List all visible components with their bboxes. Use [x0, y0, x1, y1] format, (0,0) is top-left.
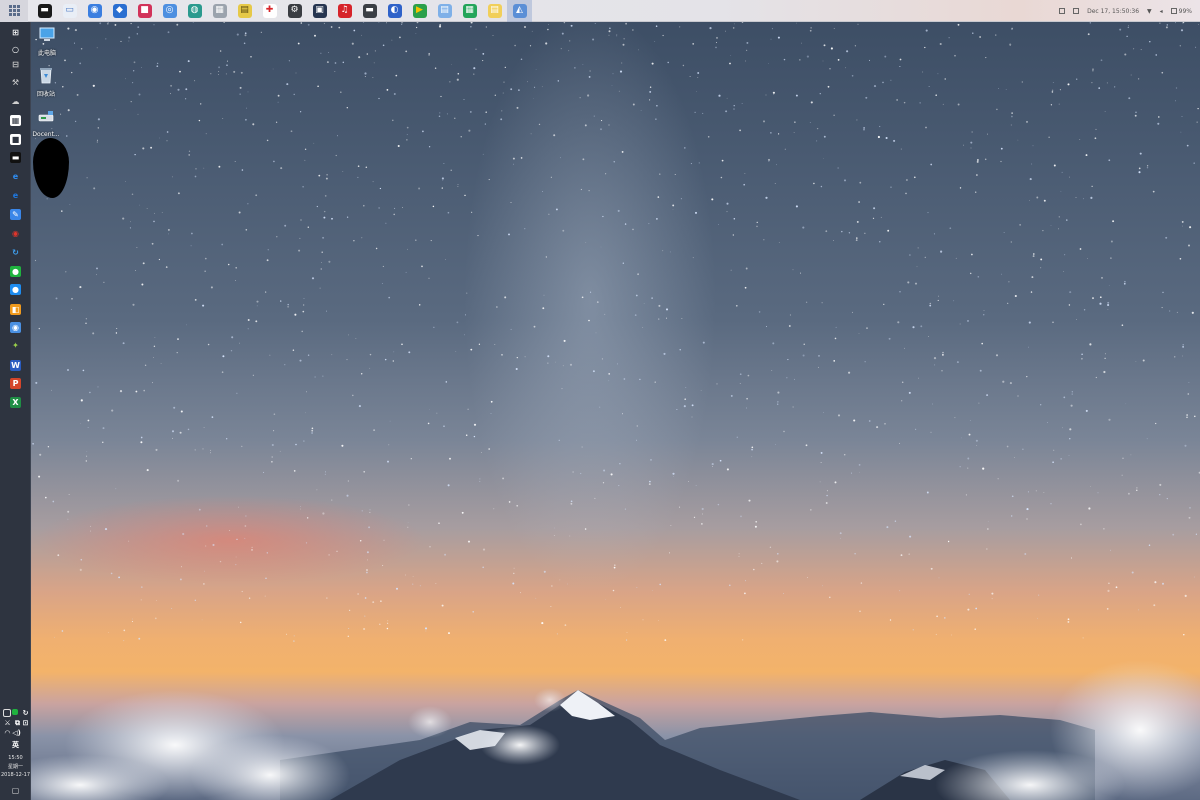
taskbar-terminal-app[interactable]: ▬ — [32, 0, 57, 22]
cloud-icon[interactable]: ☁ — [10, 96, 21, 107]
tray-volume-icon[interactable]: ◂ — [1160, 8, 1163, 15]
dock-clock-date[interactable]: 2018-12-17 — [0, 773, 31, 778]
store-icon[interactable]: ■ — [10, 134, 21, 145]
desktop-icon-label: Docent... — [32, 131, 60, 138]
desktop-icon-label: 回收站 — [36, 91, 55, 98]
search-circle-icon[interactable]: ○ — [10, 44, 21, 55]
calculator-icon[interactable]: ▦ — [10, 115, 21, 126]
taskbar-red-app[interactable]: ■ — [132, 0, 157, 22]
play-store-app-icon: ▶ — [412, 3, 427, 18]
taskbar-system-monitor-app[interactable]: ▦ — [207, 0, 232, 22]
desktop-wallpaper — [0, 0, 1200, 800]
pen-icon[interactable]: ✎ — [10, 209, 21, 220]
desktop-icon-label: 此电脑 — [37, 50, 56, 57]
tray-wifi-icon[interactable]: ▼ — [1147, 8, 1152, 15]
windows-start-icon[interactable]: ⊞ — [10, 27, 21, 38]
taskbar-music-app[interactable]: ♫ — [332, 0, 357, 22]
taskbar-web-app[interactable]: ◎ — [157, 0, 182, 22]
taskbar-teal-app[interactable]: ◍ — [182, 0, 207, 22]
camera-icon[interactable]: ◉ — [10, 322, 21, 333]
tray-datetime[interactable]: Dec 17, 15:50:36 — [1087, 8, 1139, 15]
taskbar-notes-app[interactable]: ▤ — [232, 0, 257, 22]
desktop-icon-recycle-bin[interactable]: 回收站 — [31, 66, 61, 98]
tray-volume-icon[interactable]: ◁) — [11, 728, 22, 739]
taskbar-spreadsheet-app[interactable]: ▦ — [457, 0, 482, 22]
excel-icon[interactable]: X — [10, 397, 21, 408]
settings-app-icon: ⚙ — [287, 3, 302, 18]
browser-app-icon: ◉ — [87, 3, 102, 18]
screen-app-icon: ▬ — [362, 3, 377, 18]
code-editor-app-icon: ◆ — [112, 3, 127, 18]
taskbar-document-app[interactable]: ▤ — [432, 0, 457, 22]
wechat-icon[interactable]: ● — [10, 266, 21, 277]
taskbar-code-editor-app[interactable]: ◆ — [107, 0, 132, 22]
taskbar-settings-app[interactable]: ⚙ — [282, 0, 307, 22]
taskbar-dark-app[interactable]: ▣ — [307, 0, 332, 22]
desktop-icon-this-pc[interactable]: 此电脑 — [32, 27, 62, 57]
blue-swirl-app-icon: ◐ — [387, 3, 402, 18]
red-cross-app-icon: ✚ — [262, 3, 277, 18]
tools-icon[interactable]: ⚒ — [10, 77, 21, 88]
taskbar-red-cross-app[interactable]: ✚ — [257, 0, 282, 22]
taskbar-file-manager-app[interactable]: ▭ — [57, 0, 82, 22]
system-monitor-app-icon: ▦ — [212, 3, 227, 18]
file-manager-app-icon: ▭ — [62, 3, 77, 18]
computer-icon — [39, 27, 55, 41]
launcher-button[interactable] — [0, 0, 28, 22]
weibo-icon[interactable]: ◉ — [10, 228, 21, 239]
battery-level: 99% — [1178, 7, 1192, 15]
taskbar-play-store-app[interactable]: ▶ — [407, 0, 432, 22]
tray-phone-icon[interactable] — [3, 709, 11, 717]
terminal-app-icon: ▬ — [37, 3, 52, 18]
spreadsheet-app-icon: ▦ — [462, 3, 477, 18]
top-taskbar: ▬ ▭ ◉ ◆ ■ ◎ ◍ ▦ ▤ ✚ ⚙ ▣ ♫ ▬ ◐ ▶ ▤ ▦ ▤ ◭ Dec 17, 15:50:36 ▼ … — [0, 0, 1200, 22]
edge-icon[interactable]: e — [10, 171, 21, 182]
taskbar-image-viewer-app[interactable]: ◭ — [507, 0, 532, 22]
refresh-icon[interactable]: ↻ — [10, 247, 21, 258]
mountain-range — [0, 660, 1200, 800]
notes-app-icon: ▤ — [237, 3, 252, 18]
powerpoint-icon[interactable]: P — [10, 378, 21, 389]
tray-clipboard-icon[interactable] — [1073, 8, 1080, 14]
dock-clock-weekday[interactable]: 星期一 — [0, 765, 31, 770]
task-view-icon[interactable]: ⊟ — [10, 59, 21, 70]
document-app-icon: ▤ — [437, 3, 452, 18]
text-app-icon: ▤ — [487, 3, 502, 18]
orange-box-icon[interactable]: ◧ — [10, 304, 21, 315]
recycle-bin-icon — [40, 68, 52, 84]
ie-icon[interactable]: e — [10, 190, 21, 201]
taskbar-blue-swirl-app[interactable]: ◐ — [382, 0, 407, 22]
tray-copy-icon[interactable]: ⊡ — [20, 718, 31, 729]
chat-bubble-icon[interactable]: ● — [10, 284, 21, 295]
dark-app-icon: ▣ — [312, 3, 327, 18]
dock-clock-time[interactable]: 15:50 — [0, 756, 31, 761]
pinned-apps: ▬ ▭ ◉ ◆ ■ ◎ ◍ ▦ ▤ ✚ ⚙ ▣ ♫ ▬ ◐ ▶ ▤ ▦ ▤ ◭ — [32, 0, 532, 22]
left-dock: ⊞ ○ ⊟ ⚒ ☁ ▦ ■ ▬ e e ✎ ◉ ↻ ● ● ◧ ◉ ✦ W P X ↻ ⚔ ⧉ ⊡ ◠ ◁) 英 15:… — [0, 22, 31, 800]
network-drive-icon — [38, 111, 54, 122]
web-app-icon: ◎ — [162, 3, 177, 18]
taskbar-browser-app[interactable]: ◉ — [82, 0, 107, 22]
bird-icon[interactable]: ✦ — [10, 340, 21, 351]
image-viewer-app-icon: ◭ — [512, 3, 527, 18]
taskbar-text-app[interactable]: ▤ — [482, 0, 507, 22]
tray-tablet-icon[interactable] — [1059, 8, 1066, 14]
notification-center-icon[interactable]: ▢ — [10, 785, 21, 796]
terminal-icon[interactable]: ▬ — [10, 152, 21, 163]
system-tray: Dec 17, 15:50:36 ▼ ◂ 99% — [1051, 0, 1192, 22]
grid-icon — [8, 5, 20, 16]
desktop-icon-docent[interactable]: Docent... — [31, 110, 61, 138]
taskbar-screen-app[interactable]: ▬ — [357, 0, 382, 22]
red-app-icon: ■ — [137, 3, 152, 18]
battery-icon — [1170, 8, 1177, 14]
word-icon[interactable]: W — [10, 360, 21, 371]
ime-icon[interactable]: 英 — [10, 740, 21, 751]
music-app-icon: ♫ — [337, 3, 352, 18]
tray-green-icon[interactable] — [12, 709, 18, 715]
teal-app-icon: ◍ — [187, 3, 202, 18]
tray-battery[interactable]: 99% — [1170, 7, 1192, 15]
